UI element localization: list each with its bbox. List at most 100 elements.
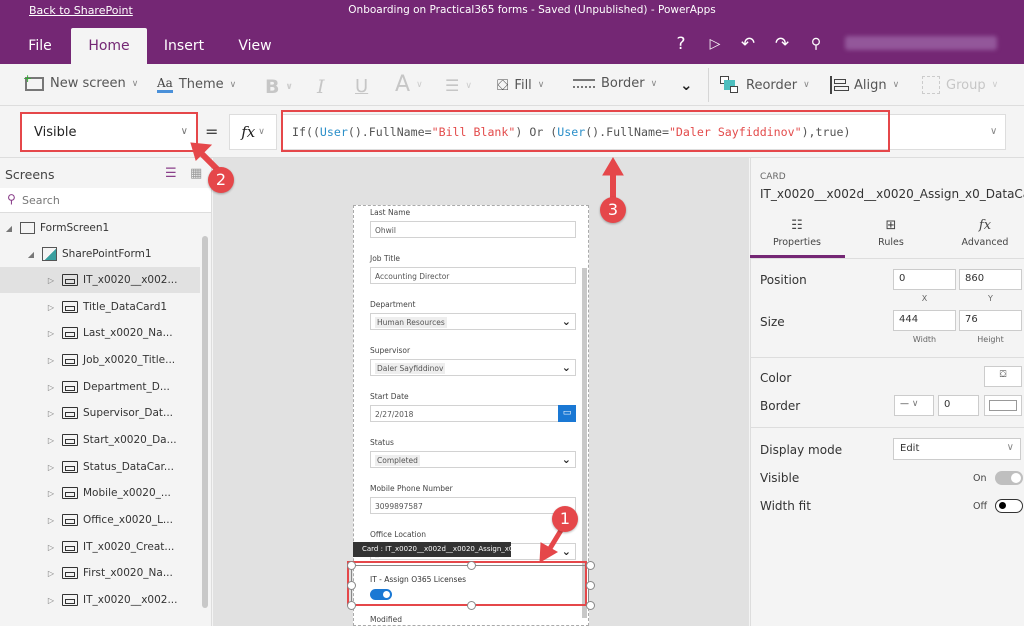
align-button[interactable]: Align ∨ — [830, 76, 899, 94]
assign-licenses-toggle[interactable] — [370, 589, 392, 600]
formula-expand-chevron-icon[interactable]: ∨ — [990, 126, 997, 137]
field-input[interactable]: Accounting Director — [370, 267, 576, 284]
width-fit-toggle[interactable] — [995, 499, 1023, 513]
width-input[interactable]: 444 — [893, 310, 956, 331]
rules-icon: ⊞ — [885, 218, 897, 233]
expand-caret-icon[interactable]: ▷ — [46, 596, 56, 605]
border-color-picker[interactable] — [984, 395, 1022, 416]
search-input[interactable]: ⚲ Search — [0, 188, 211, 213]
expand-caret-icon[interactable]: ▷ — [46, 276, 56, 285]
theme-button[interactable]: Aa Theme ∨ — [157, 76, 236, 93]
border-style-dropdown[interactable]: — ∨ — [894, 395, 934, 416]
tree-item[interactable]: ▷ Start_x0020_Da... — [0, 427, 200, 453]
resize-handle[interactable] — [347, 561, 356, 570]
expand-caret-icon[interactable]: ▷ — [46, 383, 56, 392]
tree-item-label: IT_x0020_Creat... — [83, 541, 175, 553]
field-input[interactable]: 3099897587 — [370, 497, 576, 514]
tab-home[interactable]: Home — [71, 28, 147, 64]
field-date-picker[interactable]: 2/27/2018 ▭ — [370, 405, 576, 422]
new-screen-button[interactable]: + New screen ∨ — [23, 72, 138, 92]
fill-button[interactable]: ⛋ Fill ∨ — [497, 76, 544, 94]
underline-icon: U — [355, 76, 369, 97]
tree-item[interactable]: ▷ Status_DataCar... — [0, 454, 200, 480]
expand-caret-icon[interactable]: ▷ — [46, 489, 56, 498]
collapse-caret-icon[interactable]: ◢ — [26, 250, 36, 259]
tree-scrollbar[interactable] — [202, 236, 208, 608]
italic-button[interactable]: I — [317, 76, 325, 98]
ribbon-expand-chevron-icon[interactable]: ⌄ — [680, 76, 693, 94]
height-input[interactable]: 76 — [959, 310, 1022, 331]
font-size-button[interactable]: A ∨ — [395, 72, 423, 97]
group-button[interactable]: Group ∨ — [922, 76, 998, 94]
text-align-button[interactable]: ☰ ∨ — [445, 76, 472, 95]
resize-handle[interactable] — [586, 601, 595, 610]
field-dropdown[interactable]: Daler Sayfiddinov ⌄ — [370, 359, 576, 376]
tab-insert[interactable]: Insert — [158, 28, 210, 64]
tree-item[interactable]: ▷ IT_x0020_Creat... — [0, 534, 200, 560]
list-view-icon[interactable]: ☰ — [165, 166, 177, 181]
position-y-input[interactable]: 860 — [959, 269, 1022, 290]
reorder-button[interactable]: Reorder ∨ — [720, 76, 810, 94]
formula-text[interactable]: If((User().FullName="Bill Blank") Or (Us… — [292, 125, 850, 139]
field-input[interactable]: Ohwil — [370, 221, 576, 238]
fx-button[interactable]: fx ∨ — [229, 114, 277, 150]
color-picker-button[interactable]: ⛋ — [984, 366, 1022, 387]
user-icon[interactable]: ⚲ — [806, 36, 826, 52]
expand-caret-icon[interactable]: ▷ — [46, 543, 56, 552]
tree-item[interactable]: ▷ Last_x0020_Na... — [0, 320, 200, 346]
resize-handle[interactable] — [586, 561, 595, 570]
position-x-input[interactable]: 0 — [893, 269, 956, 290]
tree-item[interactable]: ▷ Mobile_x0020_... — [0, 480, 200, 506]
expand-caret-icon[interactable]: ▷ — [46, 356, 56, 365]
tree-item[interactable]: ▷ Job_x0020_Title... — [0, 347, 200, 373]
expand-caret-icon[interactable]: ▷ — [46, 516, 56, 525]
tab-view[interactable]: View — [230, 28, 280, 64]
tree-item[interactable]: ▷ Office_x0020_L... — [0, 507, 200, 533]
bold-button[interactable]: B ∨ — [265, 76, 293, 98]
field-dropdown[interactable]: Human Resources ⌄ — [370, 313, 576, 330]
tree-item[interactable]: ◢ FormScreen1 — [0, 215, 200, 241]
resize-handle[interactable] — [467, 601, 476, 610]
property-dropdown[interactable]: Visible ∨ — [20, 112, 198, 152]
tree-item[interactable]: ◢ SharePointForm1 — [0, 241, 200, 267]
tree-item[interactable]: ▷ Supervisor_Dat... — [0, 400, 200, 426]
play-icon[interactable]: ▷ — [705, 36, 725, 52]
tree-item[interactable]: ▷ Title_DataCard1 — [0, 294, 200, 320]
tree-item[interactable]: ▷ Department_D... — [0, 374, 200, 400]
redo-icon[interactable]: ↷ — [772, 34, 792, 54]
field-label: Office Location — [370, 530, 426, 539]
calendar-icon[interactable]: ▭ — [558, 405, 576, 422]
tab-properties[interactable]: ☷ Properties — [751, 218, 843, 248]
display-mode-dropdown[interactable]: Edit ∨ — [893, 438, 1021, 460]
underline-button[interactable]: U — [355, 76, 368, 97]
collapse-caret-icon[interactable]: ◢ — [4, 224, 14, 233]
expand-caret-icon[interactable]: ▷ — [46, 329, 56, 338]
expand-caret-icon[interactable]: ▷ — [46, 569, 56, 578]
tree-item[interactable]: ▷ IT_x0020__x002... — [0, 587, 200, 613]
chevron-down-icon: ∨ — [180, 126, 188, 137]
tree-item[interactable]: ▷ First_x0020_Na... — [0, 560, 200, 586]
border-button[interactable]: Border ∨ — [573, 76, 657, 91]
tree-item-label: Title_DataCard1 — [83, 301, 168, 313]
y-label: Y — [988, 294, 993, 303]
resize-handle[interactable] — [347, 601, 356, 610]
expand-caret-icon[interactable]: ▷ — [46, 409, 56, 418]
visible-toggle[interactable] — [995, 471, 1023, 485]
user-name-redacted — [845, 36, 997, 50]
tab-rules[interactable]: ⊞ Rules — [845, 218, 937, 248]
expand-caret-icon[interactable]: ▷ — [46, 463, 56, 472]
resize-handle[interactable] — [586, 581, 595, 590]
fx-icon: fx — [241, 123, 256, 141]
resize-handle[interactable] — [467, 561, 476, 570]
resize-handle[interactable] — [347, 581, 356, 590]
border-width-input[interactable]: 0 — [938, 395, 979, 416]
grid-view-icon[interactable]: ▦ — [190, 166, 202, 181]
tab-advanced[interactable]: fx Advanced — [939, 218, 1024, 248]
help-icon[interactable]: ? — [671, 34, 691, 54]
expand-caret-icon[interactable]: ▷ — [46, 436, 56, 445]
tab-file[interactable]: File — [20, 28, 60, 64]
undo-icon[interactable]: ↶ — [738, 34, 758, 54]
expand-caret-icon[interactable]: ▷ — [46, 303, 56, 312]
field-dropdown[interactable]: Completed ⌄ — [370, 451, 576, 468]
tree-item[interactable]: ▷ IT_x0020__x002... — [0, 267, 200, 293]
